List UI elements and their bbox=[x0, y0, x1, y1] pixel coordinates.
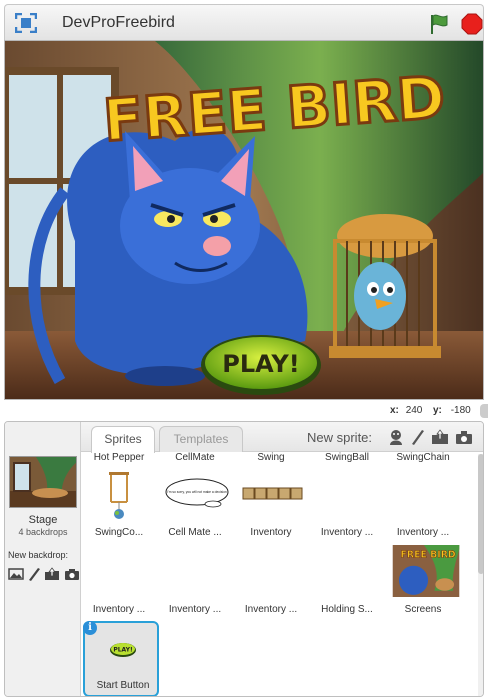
sprite-label-swingball[interactable]: SwingBall bbox=[309, 452, 385, 466]
stage-canvas[interactable]: FREE BIRD PLAY! bbox=[4, 40, 484, 400]
sprite-tile[interactable]: Inventory ... bbox=[309, 466, 385, 542]
sprite-tile[interactable]: FREE BIRD Screens bbox=[385, 543, 461, 619]
paint-sprite-icon[interactable] bbox=[409, 428, 427, 446]
stop-icon[interactable] bbox=[461, 13, 483, 35]
screens-thumb-title: FREE BIRD bbox=[401, 549, 456, 560]
scrollbar-thumb[interactable] bbox=[478, 454, 483, 574]
start-button-thumb: PLAY! bbox=[110, 643, 136, 657]
speech-bubble-text: I'm so sorry, you will not make a decisi… bbox=[167, 490, 227, 494]
sprite-grid: Hot Pepper CellMate Swing SwingBall Swin… bbox=[81, 452, 483, 696]
sprite-label-swingchain[interactable]: SwingChain bbox=[385, 452, 461, 466]
backdrop-count: 4 backdrops bbox=[18, 527, 68, 537]
sprite-tile[interactable]: Inventory bbox=[233, 466, 309, 542]
sprite-scrollbar[interactable] bbox=[478, 454, 483, 696]
play-button-text[interactable]: PLAY! bbox=[222, 350, 299, 378]
sprite-tile[interactable]: I'm so sorry, you will not make a decisi… bbox=[157, 466, 233, 542]
paint-backdrop-icon[interactable] bbox=[26, 566, 42, 582]
inventory-slots-thumb bbox=[242, 487, 303, 500]
title-bar: DevProFreebird bbox=[4, 4, 484, 40]
sprite-header: Sprites Templates New sprite: bbox=[81, 422, 483, 453]
sprite-label: Cell Mate ... bbox=[168, 527, 222, 538]
fullscreen-icon[interactable] bbox=[15, 13, 37, 33]
stage-label: Stage bbox=[28, 514, 58, 526]
sprite-label: SwingCo... bbox=[94, 527, 144, 538]
sprite-label: Screens bbox=[404, 604, 442, 615]
sprite-label: Inventory ... bbox=[396, 527, 450, 538]
sprite-tile-selected[interactable]: i PLAY! Start Button bbox=[83, 621, 159, 696]
sprite-label: Start Button bbox=[96, 680, 150, 691]
stage-column: Stage 4 backdrops New backdrop: bbox=[5, 422, 81, 696]
sprite-tile[interactable]: Inventory ... bbox=[157, 543, 233, 619]
start-button-thumb-text: PLAY! bbox=[113, 647, 132, 654]
sprite-library-icon[interactable] bbox=[387, 428, 405, 446]
x-coordinate: 240 bbox=[405, 405, 423, 416]
sprite-label: Inventory bbox=[250, 527, 292, 538]
x-label: x: bbox=[390, 405, 399, 416]
stage-scene: FREE BIRD PLAY! bbox=[5, 41, 483, 399]
stage-thumbnail[interactable] bbox=[9, 456, 77, 508]
sprite-label: Inventory ... bbox=[244, 604, 298, 615]
sprite-tile[interactable]: SwingCo... bbox=[81, 466, 157, 542]
camera-backdrop-icon[interactable] bbox=[64, 566, 80, 582]
speech-bubble-thumb: I'm so sorry, you will not make a decisi… bbox=[165, 478, 229, 508]
sprite-label-hot-pepper[interactable]: Hot Pepper bbox=[81, 452, 157, 466]
camera-sprite-icon[interactable] bbox=[455, 428, 473, 446]
sprite-label: Inventory ... bbox=[320, 527, 374, 538]
new-sprite-label: New sprite: bbox=[307, 430, 373, 445]
sprite-library-panel: Stage 4 backdrops New backdrop: Sprites … bbox=[4, 421, 484, 697]
screens-thumb: FREE BIRD bbox=[392, 545, 460, 597]
sprite-tile[interactable]: Inventory ... bbox=[233, 543, 309, 619]
sprite-label-cellmate[interactable]: CellMate bbox=[157, 452, 233, 466]
sprite-label: Inventory ... bbox=[92, 604, 146, 615]
y-coordinate: -180 bbox=[450, 405, 471, 416]
stage-resize-handle[interactable] bbox=[480, 404, 488, 418]
sprite-label: Inventory ... bbox=[168, 604, 222, 615]
green-flag-icon[interactable] bbox=[429, 13, 449, 35]
sprite-tile[interactable]: Inventory ... bbox=[385, 466, 461, 542]
backdrop-library-icon[interactable] bbox=[8, 566, 24, 582]
swing-contraption-thumb bbox=[109, 472, 129, 519]
sprite-label-swing[interactable]: Swing bbox=[233, 452, 309, 466]
upload-backdrop-icon[interactable] bbox=[44, 566, 60, 582]
tab-sprites[interactable]: Sprites bbox=[91, 426, 155, 453]
sprite-tile[interactable]: Holding S... bbox=[309, 543, 385, 619]
y-label: y: bbox=[433, 405, 442, 416]
new-backdrop-label: New backdrop: bbox=[8, 550, 69, 560]
sprite-label: Holding S... bbox=[321, 604, 373, 615]
sprite-tile[interactable]: Inventory ... bbox=[81, 543, 157, 619]
upload-sprite-icon[interactable] bbox=[431, 428, 449, 446]
project-title: DevProFreebird bbox=[62, 14, 175, 31]
tab-templates[interactable]: Templates bbox=[159, 426, 243, 452]
